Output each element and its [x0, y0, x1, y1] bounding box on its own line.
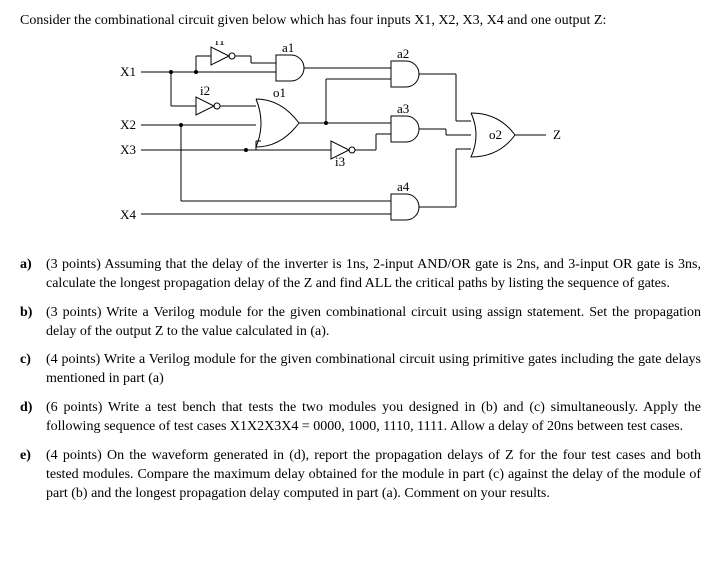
and-gate-a4	[391, 194, 419, 220]
label-x1: X1	[120, 64, 136, 79]
label-a3: a3	[397, 101, 409, 116]
label-z: Z	[553, 127, 561, 142]
label-i1: i1	[215, 41, 225, 48]
label-x4: X4	[120, 207, 136, 222]
question-c-text: (4 points) Write a Verilog module for th…	[46, 351, 701, 389]
intro-text: Consider the combinational circuit given…	[20, 12, 701, 31]
question-d-text: (6 points) Write a test bench that tests…	[46, 399, 701, 437]
inverter-i2	[196, 97, 214, 115]
question-a-text: (3 points) Assuming that the delay of th…	[46, 256, 701, 294]
or-gate-o1	[256, 99, 299, 147]
label-o2: o2	[489, 127, 502, 142]
circuit-diagram: X1 X2 X3 X4 i1 i2 a1	[101, 41, 621, 241]
question-d-label: d)	[20, 399, 46, 437]
question-a-label: a)	[20, 256, 46, 294]
question-d: d) (6 points) Write a test bench that te…	[20, 399, 701, 437]
label-i2: i2	[200, 83, 210, 98]
question-c-label: c)	[20, 351, 46, 389]
and-gate-a1	[276, 55, 304, 81]
label-a2: a2	[397, 46, 409, 61]
label-x2: X2	[120, 117, 136, 132]
questions-list: a) (3 points) Assuming that the delay of…	[20, 256, 701, 504]
question-b: b) (3 points) Write a Verilog module for…	[20, 304, 701, 342]
question-a: a) (3 points) Assuming that the delay of…	[20, 256, 701, 294]
inverter-i1	[211, 47, 229, 65]
question-b-text: (3 points) Write a Verilog module for th…	[46, 304, 701, 342]
question-e-label: e)	[20, 447, 46, 504]
question-c: c) (4 points) Write a Verilog module for…	[20, 351, 701, 389]
label-a1: a1	[282, 41, 294, 55]
and-gate-a2	[391, 61, 419, 87]
and-gate-a3	[391, 116, 419, 142]
label-o1: o1	[273, 85, 286, 100]
question-b-label: b)	[20, 304, 46, 342]
label-x3: X3	[120, 142, 136, 157]
label-a4: a4	[397, 179, 410, 194]
question-e: e) (4 points) On the waveform generated …	[20, 447, 701, 504]
label-i3: i3	[335, 154, 345, 169]
question-e-text: (4 points) On the waveform generated in …	[46, 447, 701, 504]
